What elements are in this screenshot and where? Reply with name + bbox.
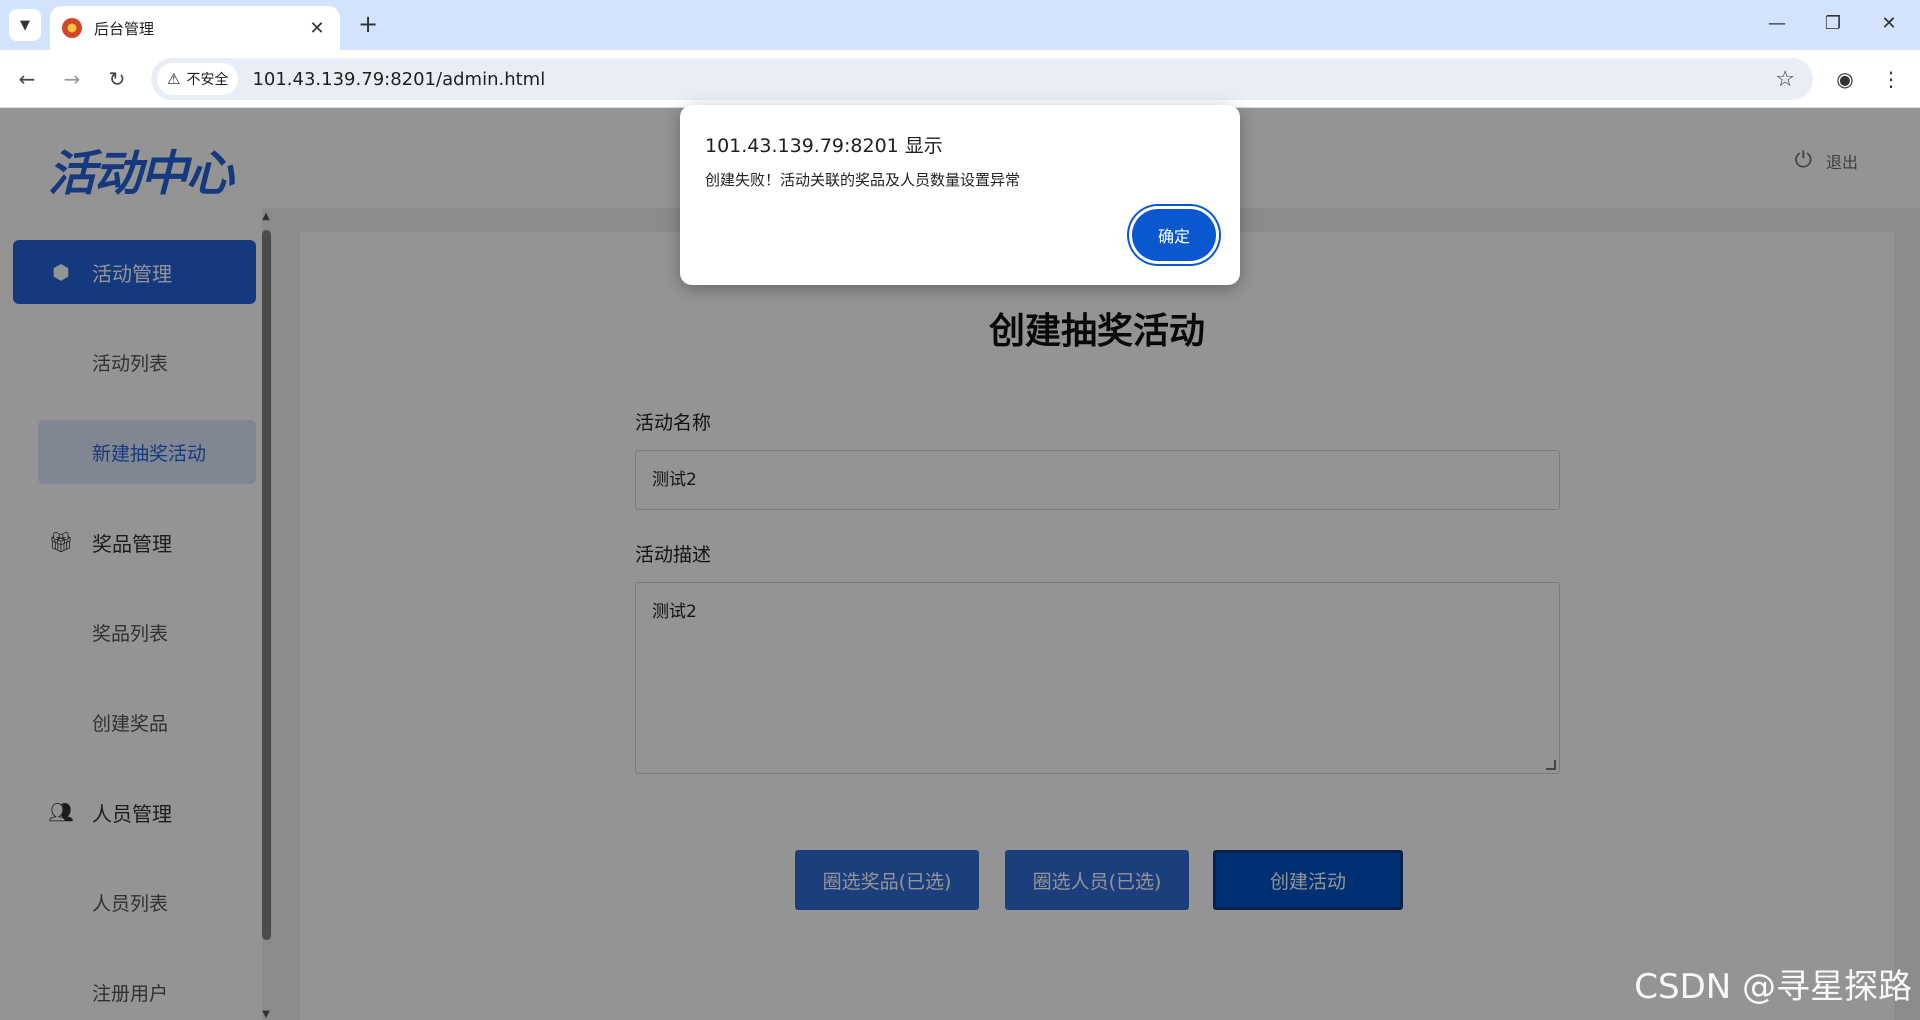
url-text[interactable]: 101.43.139.79:8201/admin.html: [252, 69, 1775, 90]
security-label: 不安全: [186, 72, 229, 88]
menu-kebab-icon[interactable]: ⋮: [1875, 63, 1907, 95]
dialog-origin: 101.43.139.79:8201 显示: [705, 135, 943, 157]
alert-dialog: 101.43.139.79:8201 显示 创建失败！活动关联的奖品及人员数量设…: [680, 105, 1240, 285]
chevron-down-icon: ▼: [20, 17, 30, 33]
minimize-button[interactable]: —: [1750, 8, 1804, 40]
tab-strip: ▼ 后台管理 ✕ + — ❐ ✕: [0, 0, 1920, 50]
restore-button[interactable]: ❐: [1806, 8, 1860, 40]
reload-button[interactable]: ↻: [101, 63, 133, 95]
tab-search-button[interactable]: ▼: [9, 9, 41, 41]
favicon-icon: [62, 18, 82, 38]
forward-button[interactable]: →: [56, 63, 88, 95]
dialog-message: 创建失败！活动关联的奖品及人员数量设置异常: [705, 171, 1021, 189]
ok-button[interactable]: 确定: [1132, 209, 1216, 261]
warning-icon: ⚠: [167, 70, 181, 88]
close-tab-icon[interactable]: ✕: [306, 18, 328, 39]
address-bar[interactable]: ⚠ 不安全 101.43.139.79:8201/admin.html ☆: [151, 58, 1813, 100]
watermark: CSDN @寻星探路: [1634, 967, 1912, 1007]
bookmark-star-icon[interactable]: ☆: [1775, 67, 1795, 92]
close-window-button[interactable]: ✕: [1862, 8, 1916, 40]
security-chip[interactable]: ⚠ 不安全: [157, 63, 239, 95]
profile-icon[interactable]: ◉: [1829, 63, 1861, 95]
back-button[interactable]: ←: [11, 63, 43, 95]
browser-toolbar: ← → ↻ ⚠ 不安全 101.43.139.79:8201/admin.htm…: [0, 50, 1920, 108]
browser-tab[interactable]: 后台管理 ✕: [50, 6, 340, 50]
new-tab-button[interactable]: +: [353, 10, 383, 40]
tab-title: 后台管理: [94, 19, 155, 38]
